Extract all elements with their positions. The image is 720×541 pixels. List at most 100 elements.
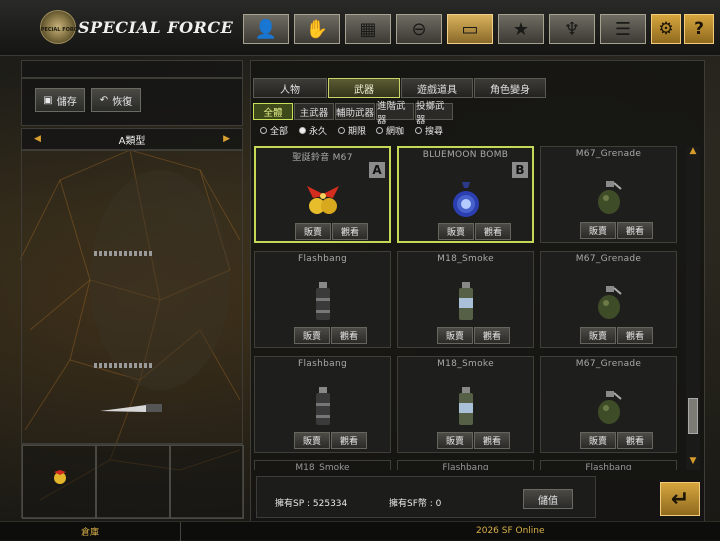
scroll-up-icon[interactable]: ▲ [686,146,700,158]
help-button[interactable]: ? [684,14,714,44]
blue-bomb-icon [446,176,486,220]
item-card[interactable]: M18_Smoke 販賣 觀看 [397,356,534,453]
copyright-text: 2026 SF Online [476,526,545,536]
enter-icon: ↵ [670,486,690,512]
sell-button[interactable]: 販賣 [437,432,473,449]
enter-button[interactable]: ↵ [660,482,700,516]
character-tab-icon[interactable]: 👤 [243,14,289,44]
arrow-right-icon[interactable]: ▶ [223,134,230,144]
special-force-logo: SPECIAL FORCE [37,10,81,44]
radio-icon [260,127,267,134]
restore-button[interactable]: ↶ 恢復 [91,88,141,112]
sell-button[interactable]: 販賣 [580,432,616,449]
radio-icon [376,127,383,134]
divider [180,522,181,541]
app-title: SPECIAL FORCE [78,18,234,37]
smoke-grenade-icon [446,385,486,429]
medal-icon: ⊖ [411,18,427,40]
item-card[interactable]: M67_Grenade 販賣 觀看 [540,251,677,348]
tab-transform[interactable]: 角色變身 [474,78,546,98]
settings-button[interactable]: ⚙ [651,14,681,44]
frag-grenade-icon [589,385,629,429]
deposit-button[interactable]: 儲值 [523,489,573,509]
equip-slot[interactable] [22,445,96,519]
item-card[interactable]: 聖誕鈴音 M67 A 販賣 觀看 [254,146,391,243]
item-name: Flashbang [298,254,347,264]
item-card[interactable]: M18_Smoke 販賣 觀看 [397,251,534,348]
document-tab-icon[interactable]: ☰ [600,14,646,44]
filter-netcafe[interactable]: 網咖 [376,124,404,137]
item-name-partial: M18_Smoke [254,460,391,470]
storage-tab-icon[interactable]: ▭ [447,14,493,44]
view-button[interactable]: 觀看 [617,432,653,449]
equipment-slots [21,444,244,519]
eagle-tab-icon[interactable]: ♆ [549,14,595,44]
subtab-primary[interactable]: 主武器 [294,103,334,120]
tab-weapons[interactable]: 武器 [328,78,400,98]
filter-permanent[interactable]: 永久 [299,124,327,137]
radio-icon [338,127,345,134]
knife-icon [100,404,162,412]
vest-icon: ▦ [359,18,377,40]
filter-search[interactable]: 搜尋 [415,124,443,137]
bell-icon [303,176,343,220]
frag-grenade-icon [589,280,629,324]
sell-button[interactable]: 販賣 [295,223,331,240]
item-card[interactable]: M67_Grenade 販賣 觀看 [540,356,677,453]
filter-all[interactable]: 全部 [260,124,288,137]
scroll-down-icon[interactable]: ▼ [686,456,700,468]
sp-balance: 擁有SP : 525334 [275,499,348,509]
sell-button[interactable]: 販賣 [580,222,616,239]
sell-button[interactable]: 販賣 [294,327,330,344]
scroll-thumb[interactable] [688,398,698,434]
filter-period[interactable]: 期限 [338,124,366,137]
type-selector: ◀ A類型 ▶ [21,128,243,150]
bell-icon [54,470,66,484]
vest-tab-icon[interactable]: ▦ [345,14,391,44]
sell-button[interactable]: 販賣 [580,327,616,344]
tab-game-items[interactable]: 遊戲道具 [401,78,473,98]
scrollbar[interactable]: ▲ ▼ [686,146,700,470]
equip-slot[interactable] [170,445,244,519]
save-button[interactable]: ▣ 儲存 [35,88,85,112]
item-card[interactable]: Flashbang 販賣 觀看 [254,251,391,348]
tab-character[interactable]: 人物 [253,78,327,98]
document-icon: ☰ [614,18,632,40]
view-button[interactable]: 觀看 [474,432,510,449]
view-button[interactable]: 觀看 [617,327,653,344]
left-header-bar [21,60,243,78]
view-button[interactable]: 觀看 [475,223,511,240]
subtab-secondary[interactable]: 輔助武器 [335,103,375,120]
subtab-all[interactable]: 全體 [253,103,293,120]
sf-balance: 擁有SF幣 : 0 [389,499,442,509]
view-button[interactable]: 觀看 [331,432,367,449]
item-name: Flashbang [298,359,347,369]
medal-tab-icon[interactable]: ⊖ [396,14,442,44]
storage-box-icon: ▭ [461,18,479,40]
character-preview [21,150,243,444]
item-name: M18_Smoke [437,359,494,369]
sell-button[interactable]: 販賣 [437,327,473,344]
equip-slot[interactable] [96,445,170,519]
item-card[interactable]: Flashbang 販賣 觀看 [254,356,391,453]
subtab-throwing[interactable]: 投擲武器 [415,101,453,126]
star-tab-icon[interactable]: ★ [498,14,544,44]
view-button[interactable]: 觀看 [474,327,510,344]
item-card[interactable]: BLUEMOON BOMB B 販賣 觀看 [397,146,534,243]
grenade-tab-icon[interactable]: ✋ [294,14,340,44]
view-button[interactable]: 觀看 [331,327,367,344]
view-button[interactable]: 觀看 [332,223,368,240]
item-name: M18_Smoke [437,254,494,264]
warehouse-label: 倉庫 [80,528,99,538]
slot-indicator [94,251,154,256]
view-button[interactable]: 觀看 [617,222,653,239]
subtab-advanced[interactable]: 進階武器 [376,101,414,126]
item-card[interactable]: M67_Grenade 販賣 觀看 [540,146,677,243]
slot-tag: A [369,162,385,178]
sell-button[interactable]: 販賣 [294,432,330,449]
star-badge-icon: ★ [512,18,530,40]
radio-icon [415,127,422,134]
arrow-left-icon[interactable]: ◀ [34,134,41,144]
sell-button[interactable]: 販賣 [438,223,474,240]
item-name: M67_Grenade [575,149,642,159]
